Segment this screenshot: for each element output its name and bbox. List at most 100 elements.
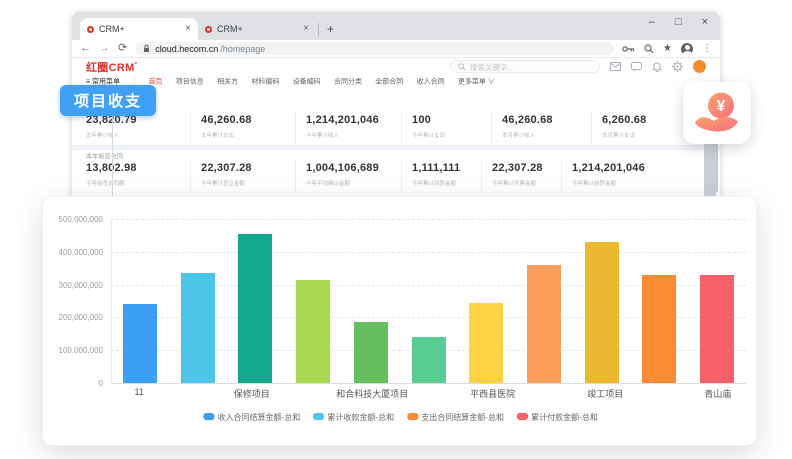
forward-icon[interactable]: → xyxy=(99,43,110,54)
stat-column: 1,004,106,689今年平均确认金额 xyxy=(295,160,401,192)
key-icon[interactable] xyxy=(622,45,635,53)
back-icon[interactable]: ← xyxy=(80,43,91,54)
new-tab-button[interactable]: + xyxy=(327,22,334,36)
stat-column: 46,260.68去年累计支出 xyxy=(190,112,295,144)
chart-bars xyxy=(111,219,746,383)
browser-tab[interactable]: CRM+× xyxy=(80,18,198,40)
stat-column: 1,214,201,046今年累计结转金额 xyxy=(561,160,706,192)
nav-item-10[interactable]: 更多菜单 ∨ xyxy=(458,75,495,86)
maximize-button[interactable]: □ xyxy=(675,16,682,28)
y-tick-label: 100,000,000 xyxy=(43,346,103,355)
stat-label: 今年累计开票金额 xyxy=(492,178,530,186)
nav-item-7[interactable]: 合同分类 xyxy=(334,75,362,86)
browser-profile-avatar[interactable] xyxy=(681,43,693,55)
user-avatar[interactable] xyxy=(693,60,706,73)
stat-label: 今年累计签立金额 xyxy=(201,178,253,186)
legend-label: 累计付款金额-总和 xyxy=(531,411,598,423)
bar-slot xyxy=(515,219,573,383)
tab-close-icon[interactable]: × xyxy=(185,24,191,34)
bookmark-star-icon[interactable]: ★ xyxy=(663,43,672,54)
section-divider xyxy=(72,145,720,150)
stat-value: 22,307.28 xyxy=(492,162,561,174)
y-tick-label: 400,000,000 xyxy=(43,248,103,257)
close-button[interactable]: × xyxy=(702,16,708,28)
icon-connector xyxy=(704,140,716,198)
bar-slot xyxy=(342,219,400,383)
stat-value: 46,260.68 xyxy=(201,114,295,126)
tab-close-icon[interactable]: × xyxy=(303,24,309,34)
mail-icon[interactable] xyxy=(610,62,621,71)
nav-divider: | xyxy=(133,76,135,84)
stat-value: 1,214,201,046 xyxy=(306,114,401,126)
app-header: 红圈CRM° 搜索关键字... xyxy=(72,58,720,75)
nav-item-3[interactable]: 项目信息 xyxy=(176,75,204,86)
bar[interactable] xyxy=(238,234,272,383)
url-host: cloud.hecom.cn xyxy=(155,44,218,54)
badge-connector-line xyxy=(112,112,113,198)
yen-symbol: ¥ xyxy=(717,98,726,115)
refresh-icon[interactable]: ⟳ xyxy=(118,43,127,54)
screenshot-canvas: CRM+×CRM+× + – □ × ← → ⟳ cloud.hecom.cn/… xyxy=(0,0,792,459)
bar[interactable] xyxy=(412,337,446,383)
toolbar-icons: ★ ⋮ xyxy=(622,43,712,55)
nav-item-1[interactable]: ≡ 常用菜单 xyxy=(86,75,120,86)
bar-slot xyxy=(688,219,746,383)
tab-strip: CRM+×CRM+× + – □ × xyxy=(72,12,720,40)
browser-tab[interactable]: CRM+× xyxy=(198,18,316,40)
stat-label: 本月累计支出 xyxy=(602,130,659,138)
stat-value: 1,004,106,689 xyxy=(306,162,401,174)
x-axis-label: 平西县医院 xyxy=(465,387,521,399)
gear-icon[interactable] xyxy=(672,61,683,72)
bar[interactable] xyxy=(123,304,157,383)
stats-row-1: 23,820.79去年累计收入46,260.68去年累计支出 1,214,201,… xyxy=(86,112,706,144)
legend-item[interactable]: 收入合同结算金额-总和 xyxy=(203,411,300,423)
stat-label: 今年累计回款金额 xyxy=(412,178,450,186)
bar-slot xyxy=(169,219,227,383)
stat-value: 100 xyxy=(412,114,491,126)
minimize-button[interactable]: – xyxy=(649,16,655,28)
bell-icon[interactable] xyxy=(652,61,662,72)
nav-item-8[interactable]: 全部合同 xyxy=(375,75,403,86)
stat-column: 23,820.79去年累计收入 xyxy=(86,112,190,144)
x-axis-label: 青山庙 xyxy=(690,387,746,399)
bar[interactable] xyxy=(296,280,330,383)
bar[interactable] xyxy=(527,265,561,383)
chart-legend: 收入合同结算金额-总和 累计收款金额-总和 支出合同结算金额-总和 累计付款金额-总和 xyxy=(115,411,687,423)
legend-swatch xyxy=(407,413,418,420)
legend-item[interactable]: 支出合同结算金额-总和 xyxy=(407,411,504,423)
message-icon[interactable] xyxy=(631,62,642,72)
address-bar[interactable]: cloud.hecom.cn/homepage xyxy=(135,42,614,55)
site-favicon xyxy=(87,26,94,33)
nav-item-2[interactable]: 首页 xyxy=(148,75,162,86)
legend-item[interactable]: 累计付款金额-总和 xyxy=(517,411,598,423)
window-controls: – □ × xyxy=(649,16,708,28)
stat-column: 13,802.98今年新签合同额 xyxy=(86,160,190,192)
bar[interactable] xyxy=(642,275,676,383)
y-tick-label: 500,000,000 xyxy=(43,215,103,224)
x-axis-label xyxy=(633,387,689,399)
bar[interactable] xyxy=(700,275,734,383)
legend-item[interactable]: 累计收款金额-总和 xyxy=(313,411,394,423)
legend-label: 支出合同结算金额-总和 xyxy=(421,411,504,423)
legend-swatch xyxy=(313,413,324,420)
x-axis-label xyxy=(167,387,223,399)
app-search-box[interactable]: 搜索关键字... xyxy=(450,60,600,73)
hand-holding-yen-icon: ¥ xyxy=(693,91,741,135)
stat-label: 去年累计收入 xyxy=(86,130,143,138)
nav-item-9[interactable]: 收入合同 xyxy=(417,75,445,86)
nav-item-4[interactable]: 相关方 xyxy=(217,75,238,86)
url-path: /homepage xyxy=(220,44,265,54)
stat-value: 22,307.28 xyxy=(201,162,295,174)
nav-item-6[interactable]: 设备编码 xyxy=(293,75,321,86)
y-tick-label: 300,000,000 xyxy=(43,281,103,290)
x-axis-label xyxy=(408,387,464,399)
bar[interactable] xyxy=(181,273,215,383)
zoom-icon[interactable] xyxy=(644,44,654,54)
browser-menu-icon[interactable]: ⋮ xyxy=(702,43,712,54)
bar[interactable] xyxy=(469,303,503,383)
legend-label: 累计收款金额-总和 xyxy=(327,411,394,423)
chart-card: 0100,000,000200,000,000300,000,000400,00… xyxy=(42,196,757,446)
bar[interactable] xyxy=(585,242,619,383)
nav-item-5[interactable]: 材料编码 xyxy=(251,75,279,86)
bar[interactable] xyxy=(354,322,388,383)
